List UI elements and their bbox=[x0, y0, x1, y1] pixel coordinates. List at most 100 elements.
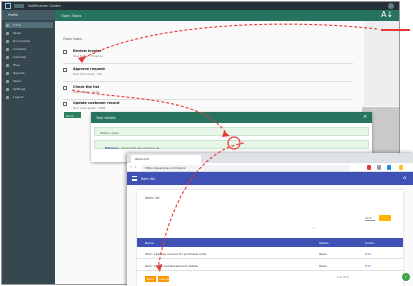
sidebar-item-settings[interactable]: Settings bbox=[5, 86, 53, 92]
logout-icon bbox=[6, 95, 9, 99]
task-checkbox[interactable] bbox=[63, 68, 67, 72]
os-top-bar: Notification Center bbox=[2, 2, 399, 10]
search-button[interactable] bbox=[379, 215, 391, 221]
row-name: Item: Check reimbursement details bbox=[145, 263, 198, 268]
contacts-icon bbox=[6, 47, 9, 51]
sidebar-item-label: Inbox bbox=[13, 23, 22, 27]
account-icon[interactable] bbox=[387, 164, 391, 170]
cursor-marker: • bbox=[313, 226, 315, 230]
task-name: Check the list bbox=[73, 85, 100, 89]
inbox-icon bbox=[6, 23, 9, 27]
task-item[interactable]: Check the list Due Friday · Sales bbox=[63, 84, 353, 98]
row-status: Open bbox=[319, 251, 328, 256]
sidebar-item-label: Logout bbox=[13, 95, 24, 99]
browser-tab-title: Items list bbox=[135, 157, 149, 161]
table-header: Name Status Action bbox=[137, 238, 403, 247]
done-chip[interactable]: Done bbox=[64, 112, 81, 118]
folder-icon bbox=[6, 63, 9, 67]
back-icon[interactable]: ‹ bbox=[130, 165, 132, 169]
task-subtitle: Due today · Finance bbox=[73, 54, 103, 58]
task-checkbox[interactable] bbox=[63, 86, 67, 90]
star-icon[interactable] bbox=[377, 164, 381, 170]
task-name: Review invoice bbox=[73, 49, 102, 53]
extension-icon[interactable] bbox=[367, 164, 371, 170]
column-header: Name bbox=[145, 240, 154, 245]
table-row[interactable]: Item: Approve invoice for purchase order… bbox=[137, 248, 403, 259]
sidebar-item-team[interactable]: Team bbox=[5, 78, 53, 84]
browser-tab[interactable]: Items list bbox=[131, 155, 201, 163]
row-edit-link[interactable]: Edit bbox=[365, 264, 371, 268]
popup-status-text: Status: open bbox=[100, 130, 120, 135]
menu-icon[interactable] bbox=[399, 164, 403, 170]
popup-link-row: Follow-up: Check the list of items at th… bbox=[94, 140, 369, 150]
apps-menu-icon[interactable] bbox=[14, 4, 24, 8]
sidebar-item-label: Contacts bbox=[13, 47, 27, 51]
sidebar-item-label: Tasks bbox=[13, 31, 22, 35]
reports-icon bbox=[6, 71, 9, 75]
sidebar-header[interactable]: Profile bbox=[2, 10, 55, 20]
pagination-info: 1-2 of 2 bbox=[337, 275, 349, 279]
task-name: Update customer record bbox=[73, 101, 120, 105]
save-button[interactable]: Save bbox=[145, 276, 156, 282]
hamburger-icon[interactable] bbox=[132, 176, 137, 181]
launcher-icon[interactable] bbox=[5, 3, 11, 9]
app-title: Open Tasks bbox=[61, 13, 82, 18]
divider bbox=[63, 63, 353, 64]
column-header: Status bbox=[319, 240, 329, 245]
sidebar-item-label: Documents bbox=[13, 39, 31, 43]
right-rail bbox=[364, 21, 399, 106]
row-edit-link[interactable]: Edit bbox=[365, 252, 371, 256]
site-title: Item list bbox=[141, 176, 155, 181]
sidebar-item-label: Files bbox=[13, 63, 20, 67]
site-header: Item list ⌂ bbox=[127, 172, 413, 185]
confirm-fab-icon[interactable]: ✓ bbox=[402, 273, 410, 281]
sidebar-item-reports[interactable]: Reports bbox=[5, 70, 53, 76]
task-item[interactable]: Review invoice Due today · Finance bbox=[63, 48, 353, 62]
tasks-icon bbox=[6, 31, 9, 35]
item-list-link[interactable]: this link bbox=[105, 146, 117, 150]
row-status: Open bbox=[319, 263, 328, 268]
gear-icon bbox=[6, 87, 9, 91]
sort-icon[interactable]: A↓ bbox=[381, 11, 393, 19]
close-icon[interactable]: × bbox=[363, 114, 367, 120]
team-icon bbox=[6, 79, 9, 83]
task-checkbox[interactable] bbox=[63, 50, 67, 54]
sidebar-item-contacts[interactable]: Contacts bbox=[5, 46, 53, 52]
task-subtitle: Due next week · CRM bbox=[73, 106, 106, 110]
popup-title: Task details bbox=[96, 115, 116, 120]
browser-window: Items list ‹ › https://example.com/items… bbox=[127, 153, 413, 286]
popup-header: Task details × bbox=[91, 112, 372, 123]
cancel-button[interactable]: Cancel bbox=[158, 276, 170, 282]
sidebar-item-tasks[interactable]: Tasks bbox=[5, 30, 53, 36]
document-icon bbox=[6, 39, 9, 43]
section-title: Open tasks bbox=[63, 37, 83, 41]
sidebar-item-label: Reports bbox=[13, 71, 25, 75]
sidebar-item-inbox[interactable]: Inbox bbox=[5, 22, 53, 28]
app-header: Open Tasks A↓ bbox=[55, 10, 399, 21]
power-icon[interactable] bbox=[388, 3, 394, 9]
task-item[interactable]: Approve request Due tomorrow · HR bbox=[63, 66, 353, 80]
popup-status-row: Status: open bbox=[94, 127, 369, 136]
items-card: Items list 10 ▾ • Name Status Action Ite… bbox=[137, 190, 403, 286]
page-size-select[interactable]: 10 ▾ bbox=[365, 216, 375, 221]
os-bar-title: Notification Center bbox=[28, 4, 61, 8]
address-bar[interactable]: https://example.com/items bbox=[141, 164, 351, 171]
calendar-icon bbox=[6, 55, 9, 59]
task-subtitle: Due Friday · Sales bbox=[73, 90, 100, 94]
home-icon[interactable]: ⌂ bbox=[403, 175, 406, 181]
forward-icon[interactable]: › bbox=[135, 165, 137, 169]
sidebar-item-label: Calendar bbox=[13, 55, 27, 59]
annotation-marker bbox=[381, 29, 410, 31]
site-body: Items list 10 ▾ • Name Status Action Ite… bbox=[127, 185, 413, 286]
table-row[interactable]: Item: Check reimbursement details Open E… bbox=[137, 260, 403, 271]
sidebar-item-documents[interactable]: Documents bbox=[5, 38, 53, 44]
sidebar-item-logout[interactable]: Logout bbox=[5, 94, 53, 100]
sidebar: Profile Inbox Tasks Documents Contacts C… bbox=[2, 10, 55, 284]
sidebar-item-label: Settings bbox=[13, 87, 26, 91]
task-subtitle: Due tomorrow · HR bbox=[73, 72, 102, 76]
sidebar-item-calendar[interactable]: Calendar bbox=[5, 54, 53, 60]
task-checkbox[interactable] bbox=[63, 102, 67, 106]
address-bar-row: ‹ › https://example.com/items bbox=[127, 163, 413, 172]
sidebar-item-files[interactable]: Files bbox=[5, 62, 53, 68]
browser-tab-strip: Items list bbox=[127, 153, 413, 163]
